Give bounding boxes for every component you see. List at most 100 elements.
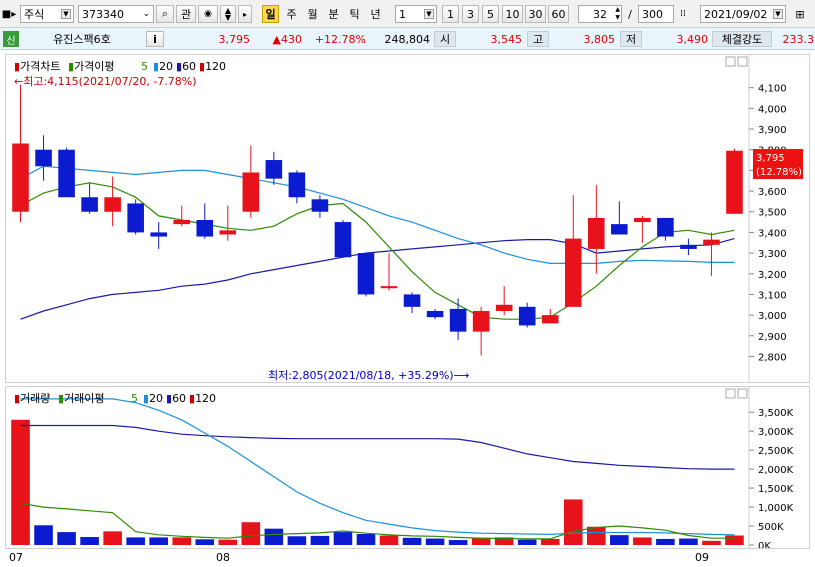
current-price: 3,795: [218, 32, 251, 46]
volume-bar: [587, 526, 606, 545]
panel-maximize-icon[interactable]: [725, 388, 736, 399]
volume-bar: [333, 532, 353, 545]
volume-bar: [563, 499, 583, 545]
volume-bar: [448, 540, 468, 545]
volume-bar: [540, 538, 560, 545]
total-count-value: 300: [642, 7, 663, 21]
candle-body: [680, 244, 697, 249]
quick-interval-10[interactable]: 10: [502, 5, 523, 23]
volume-bar: [379, 535, 399, 545]
quick-interval-label: 10: [505, 7, 520, 21]
volume-bar: [80, 537, 99, 545]
current-price-tag-percent: (12.78%): [756, 167, 802, 178]
high-price: 3,805: [583, 32, 616, 46]
volume-bar: [149, 537, 168, 545]
panel-close-icon[interactable]: [737, 56, 748, 67]
related-button[interactable]: 관: [176, 5, 196, 23]
open-price: 3,545: [490, 32, 523, 46]
sync-icon: ◉: [204, 9, 212, 19]
period-tab-minute[interactable]: 분: [325, 5, 342, 23]
period-tab-label: 분: [328, 8, 339, 21]
panel-maximize-icon[interactable]: [725, 56, 736, 67]
candle-body: [58, 149, 75, 198]
volume-bar: [679, 538, 698, 545]
price-chart[interactable]: 4,1004,0003,9003,8003,7003,6003,5003,400…: [6, 55, 809, 382]
candle-body: [518, 306, 536, 326]
volume-moving-averages: [20, 398, 735, 540]
high-annotation: ←최고:4,115(2021/07/20, -7.78%): [14, 75, 197, 88]
period-tab-label: 월: [307, 8, 318, 21]
candle-body: [703, 239, 720, 245]
candle-body: [357, 253, 375, 295]
menu-icon[interactable]: ■▸: [2, 5, 16, 23]
info-button[interactable]: i: [146, 31, 164, 47]
quick-interval-5[interactable]: 5: [482, 5, 499, 23]
chevron-down-icon: ⌄: [142, 9, 150, 19]
price-tick-label: 3,500: [758, 208, 787, 219]
period-tab-year[interactable]: 년: [367, 5, 384, 23]
code-value: 373340: [82, 7, 124, 21]
search-button[interactable]: ⌕: [156, 5, 174, 23]
volume-chart-panel[interactable]: 3,500K 3,000K 2,500K 2,000K 1,500K 1,000K 500K…: [5, 386, 810, 552]
candle-body: [634, 217, 651, 223]
price-change-percent: +12.78%: [314, 32, 366, 46]
count-stepper[interactable]: 32 ▲ ▼: [578, 5, 622, 23]
legend-vol-ma20: ▮20: [143, 392, 163, 405]
candle-body: [311, 199, 329, 212]
sync-button[interactable]: ◉: [198, 5, 218, 23]
candle-body: [426, 310, 444, 318]
market-select[interactable]: 주식 ▼: [20, 5, 74, 23]
legend-volume-ma: ▮거래이평: [58, 392, 105, 405]
price-tick-label: 3,000: [758, 311, 787, 322]
period-tab-day[interactable]: 일: [262, 5, 279, 23]
candle-body: [196, 220, 214, 237]
code-input[interactable]: 373340 ⌄: [78, 5, 154, 23]
period-tab-week[interactable]: 주: [283, 5, 300, 23]
panel-close-icon[interactable]: [737, 388, 748, 399]
legend-ma60: ▮60: [176, 60, 196, 73]
date-value: 2021/09/02: [704, 7, 768, 21]
related-label: 관: [180, 8, 192, 21]
price-chart-panel[interactable]: 4,1004,0003,9003,8003,7003,6003,5003,400…: [5, 54, 810, 383]
search-icon: ⌕: [161, 7, 169, 20]
quote-bar: 신 유진스팩6호 i 3,795 ▲430 +12.78% 248,804 시 …: [0, 28, 815, 50]
chevron-down-icon: ▼: [424, 9, 434, 19]
interval-select[interactable]: 1 ▼: [395, 5, 437, 23]
volume-bar: [11, 419, 30, 545]
period-tab-tick[interactable]: 틱: [346, 5, 363, 23]
chevron-right-icon: ▸: [242, 9, 247, 19]
quick-interval-3[interactable]: 3: [462, 5, 479, 23]
grid-icon[interactable]: ⁞⁞: [676, 5, 690, 23]
volume-tick-label: 1,000K: [758, 503, 794, 514]
price-tick-label: 4,100: [758, 84, 787, 95]
period-tab-month[interactable]: 월: [304, 5, 321, 23]
volume-bar: [633, 537, 652, 545]
candle-body: [588, 217, 605, 249]
volume-bar: [57, 532, 76, 545]
up-down-stepper[interactable]: ▲ ▼: [220, 5, 236, 23]
quick-interval-1[interactable]: 1: [442, 5, 459, 23]
price-tick-label: 3,600: [758, 187, 787, 198]
scroll-right-button[interactable]: ▸: [238, 5, 252, 23]
legend-vol-ma5: 5: [131, 392, 138, 405]
candle-body: [657, 217, 674, 237]
volume-bar: [126, 537, 145, 545]
current-price-tag-value: 3,795: [756, 153, 785, 164]
ma60-line: [20, 238, 735, 320]
total-count-field[interactable]: 300: [638, 5, 674, 23]
candle-body: [726, 150, 743, 214]
volume-chart[interactable]: 3,500K 3,000K 2,500K 2,000K 1,500K 1,000K 500K…: [6, 387, 809, 552]
refresh-icon[interactable]: ⊞: [792, 5, 808, 23]
price-tick-label: 3,200: [758, 270, 787, 281]
quick-interval-label: 5: [487, 7, 494, 21]
ma5-line: [20, 182, 735, 320]
open-label: 시: [434, 31, 456, 47]
quick-interval-60[interactable]: 60: [548, 5, 569, 23]
price-tick-label: 4,000: [758, 104, 787, 115]
stock-name: 유진스팩6호: [53, 33, 111, 46]
price-moving-averages: [20, 165, 735, 320]
trade-volume: 248,804: [384, 32, 431, 46]
date-picker[interactable]: 2021/09/02 ▼: [700, 5, 786, 23]
quick-interval-30[interactable]: 30: [525, 5, 546, 23]
high-label: 고: [527, 31, 549, 47]
